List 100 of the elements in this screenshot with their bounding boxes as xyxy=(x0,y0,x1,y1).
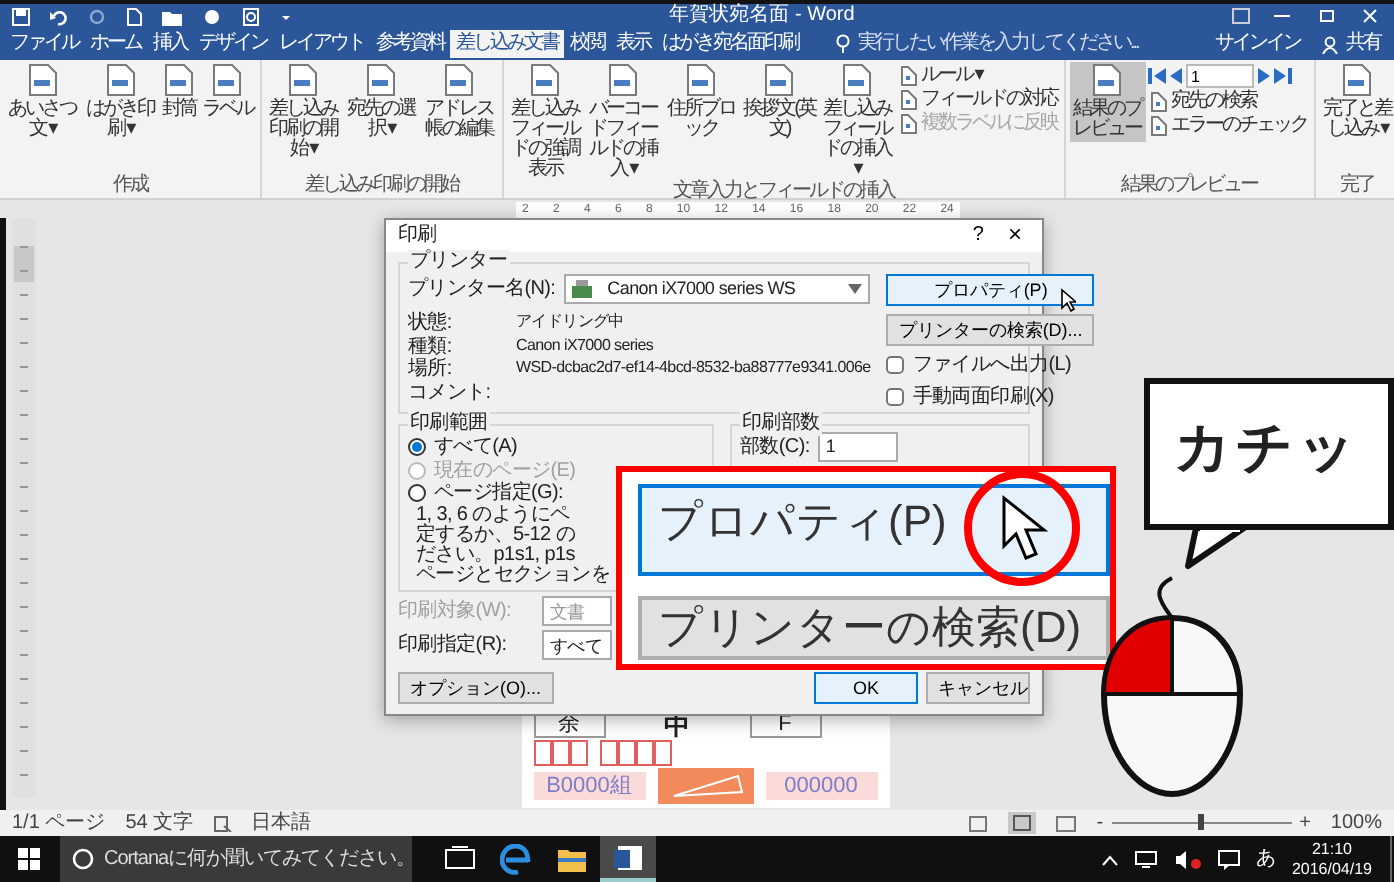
field-label: 印刷対象(W): xyxy=(398,600,513,623)
lottery-number: 000000 xyxy=(765,771,877,801)
ribbon-button[interactable]: 差し込みフィールドの挿入 ▾ xyxy=(819,62,895,182)
network-icon[interactable] xyxy=(1133,849,1158,869)
save-icon[interactable] xyxy=(12,7,30,25)
page-count[interactable]: 1/1 ページ xyxy=(12,811,106,835)
ime-indicator[interactable]: あ xyxy=(1255,847,1276,871)
ribbon-tab[interactable]: デザイン xyxy=(193,30,273,58)
chevron-up-icon[interactable] xyxy=(1101,853,1118,865)
ribbon-tab[interactable]: 校閲 xyxy=(564,30,610,58)
info-value: WSD-dcbac2d7-ef14-4bcd-8532-ba88777e9341.006e xyxy=(516,358,871,380)
cancel-button[interactable]: キャンセル xyxy=(926,672,1030,705)
ribbon-tab[interactable]: 差し込み文書 xyxy=(450,30,564,58)
character-count[interactable]: 54 文字 xyxy=(125,811,194,835)
record-number-field[interactable]: 1 xyxy=(1185,64,1253,88)
show-desktop-button[interactable] xyxy=(1388,836,1394,882)
radio-button[interactable] xyxy=(408,438,426,457)
info-label: 種類: xyxy=(408,335,454,357)
ribbon-button[interactable]: ルール ▾ xyxy=(897,64,1059,86)
find-printer-button[interactable]: プリンターの検索(D)... xyxy=(886,314,1095,346)
ribbon-tab[interactable]: はがき宛名面印刷 xyxy=(656,30,804,58)
help-button[interactable]: ? xyxy=(956,222,1000,250)
slider-thumb[interactable] xyxy=(1198,814,1205,830)
dialog-title: 印刷 xyxy=(398,224,439,248)
ribbon-button[interactable]: フィールドの対応 xyxy=(897,88,1059,110)
ribbon-button[interactable]: 挨拶文(英文) xyxy=(741,62,817,142)
first-record-icon[interactable] xyxy=(1147,68,1165,84)
word-app-icon xyxy=(612,841,644,873)
preview-toggle[interactable]: 結果のプレビュー xyxy=(1069,62,1145,142)
taskbar-app[interactable] xyxy=(600,836,656,882)
radio-label: 現在のページ(E) xyxy=(434,459,576,481)
previous-record-icon[interactable] xyxy=(1169,68,1181,84)
mouse-pointer-icon xyxy=(1060,288,1077,312)
tell-me-field[interactable]: 実行したい作業を入力してください... xyxy=(858,32,1138,56)
language-indicator[interactable]: 日本語 xyxy=(251,811,312,835)
enlarged-button[interactable]: プロパティ(P) xyxy=(638,484,1110,576)
ribbon-button[interactable]: ラベル xyxy=(200,62,255,122)
new-document-icon[interactable] xyxy=(126,7,142,25)
ribbon-button[interactable]: バーコードフィールドの挿入 ▾ xyxy=(585,62,661,182)
undo-icon[interactable] xyxy=(50,7,68,25)
sign-in-link[interactable]: サインイン xyxy=(1215,32,1300,56)
proofing-icon[interactable] xyxy=(213,815,232,831)
ribbon-tab[interactable]: レイアウト xyxy=(273,30,370,58)
group-title: 印刷範囲 xyxy=(408,412,490,435)
ribbon-button[interactable]: 住所ブロック xyxy=(663,62,739,142)
radio-button[interactable] xyxy=(408,484,426,503)
dropdown-field[interactable]: すべて xyxy=(542,630,612,661)
zoom-out-button[interactable]: - xyxy=(1096,811,1104,835)
ribbon-button[interactable]: アドレス帳の編集 xyxy=(421,62,497,142)
notification-icon[interactable] xyxy=(1217,849,1240,869)
dropdown-icon[interactable] xyxy=(848,284,863,294)
group-title: 印刷部数 xyxy=(740,412,822,435)
ok-button[interactable]: OK xyxy=(814,672,918,705)
group-label: 差し込み印刷の開始 xyxy=(302,176,461,198)
printer-select[interactable]: Canon iX7000 series WS xyxy=(563,274,871,304)
enlarged-button[interactable]: プリンターの検索(D) xyxy=(638,596,1110,660)
print-layout-icon[interactable] xyxy=(1008,812,1037,834)
restore-icon[interactable] xyxy=(1314,8,1338,24)
field-label: 印刷指定(R): xyxy=(398,634,509,657)
cortana-search-field[interactable]: Cortanaに何か聞いてみてください。 xyxy=(60,836,412,882)
ribbon-tab[interactable]: ホーム xyxy=(84,30,147,58)
ribbon-display-icon[interactable] xyxy=(1232,8,1250,24)
last-record-icon[interactable] xyxy=(1273,68,1291,84)
ribbon-tab[interactable]: 表示 xyxy=(610,30,656,58)
person-icon xyxy=(1322,35,1338,53)
ribbon-button[interactable]: 宛先の選択 ▾ xyxy=(343,62,419,142)
checkbox[interactable] xyxy=(886,387,905,406)
ribbon-button[interactable]: 差し込み印刷の開始 ▾ xyxy=(265,62,341,162)
share-button[interactable]: 共有 xyxy=(1316,30,1386,58)
ribbon-button[interactable]: はがき印刷 ▾ xyxy=(82,62,158,142)
document-icon xyxy=(899,65,917,85)
read-mode-icon[interactable] xyxy=(968,815,989,831)
ribbon-tab[interactable]: 参考資料 xyxy=(370,30,450,58)
zoom-level[interactable]: 100% xyxy=(1330,811,1382,835)
copies-spinner[interactable]: 1 xyxy=(817,432,898,462)
ribbon-button[interactable]: 差し込みフィールドの強調表示 xyxy=(507,62,583,182)
document-icon xyxy=(899,113,917,133)
ribbon-button[interactable]: 封筒 xyxy=(160,62,198,122)
hint-text: ださい。p1s1, p1s xyxy=(416,545,577,566)
properties-button[interactable]: プロパティ(P) xyxy=(886,274,1095,306)
close-button[interactable]: × xyxy=(999,220,1030,252)
clock-time[interactable]: 21:10 xyxy=(1311,840,1352,859)
ribbon-button[interactable]: 完了と差し込み ▾ xyxy=(1319,62,1394,142)
ribbon-button[interactable]: エラーのチェック xyxy=(1147,114,1309,136)
hint-text: ページとセクションを xyxy=(416,566,613,587)
web-layout-icon[interactable] xyxy=(1056,815,1077,831)
volume-icon[interactable] xyxy=(1173,849,1202,869)
ribbon-tab[interactable]: ファイル xyxy=(4,30,84,58)
ribbon-button[interactable]: 宛先の検索 xyxy=(1147,90,1309,112)
checkbox-label: ファイルへ出力(L) xyxy=(912,354,1072,377)
options-button[interactable]: オプション(O)... xyxy=(398,672,553,705)
checkbox[interactable] xyxy=(886,356,905,375)
ribbon-tab[interactable]: 挿入 xyxy=(147,30,193,58)
print-preview-icon[interactable] xyxy=(242,7,260,25)
next-record-icon[interactable] xyxy=(1257,68,1269,84)
field-label: 部数(C): xyxy=(740,435,810,459)
ribbon-button[interactable]: あいさつ文 ▾ xyxy=(4,62,80,142)
clock-date[interactable]: 2016/04/19 xyxy=(1291,859,1372,878)
close-icon[interactable] xyxy=(1358,8,1382,24)
zoom-in-button[interactable]: + xyxy=(1299,811,1311,835)
